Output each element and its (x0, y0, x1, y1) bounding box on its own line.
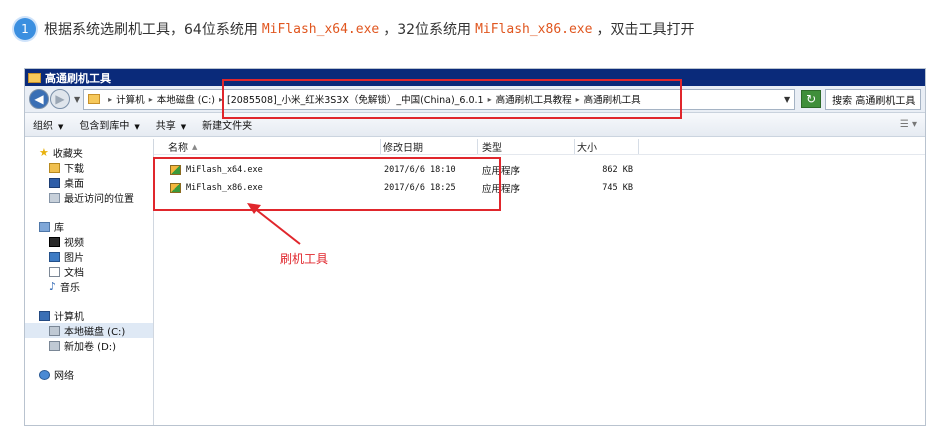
instruction-text-after: ，双击工具打开 (596, 22, 695, 38)
download-folder-icon (49, 162, 60, 173)
nav-pictures[interactable]: 图片 (25, 249, 153, 264)
document-icon (49, 266, 60, 277)
column-header-type[interactable]: 类型 (478, 139, 575, 154)
column-header-name[interactable]: 名称 ▲ (154, 139, 381, 154)
nav-pictures-label: 图片 (64, 253, 84, 264)
picture-icon (49, 251, 60, 262)
breadcrumb-local-disk[interactable]: 本地磁盘 (C:) (157, 92, 215, 106)
address-highlight-box (222, 79, 682, 119)
hard-disk-icon (49, 340, 60, 351)
annotation-label: 刷机工具 (280, 252, 329, 266)
nav-network-label: 网络 (54, 371, 74, 382)
nav-computer[interactable]: 计算机 (25, 308, 153, 323)
step-instruction: 1 根据系统选刷机工具，64位系统用 MiFlash_x64.exe ，32位系… (14, 16, 694, 42)
nav-desktop-label: 桌面 (64, 179, 84, 190)
instruction-text-before: 根据系统选刷机工具，64位系统用 (44, 22, 258, 38)
navigation-pane: ★ 收藏夹 下载 桌面 最近访问的位置 库 视频 图片 文档 ♪ 音乐 计算机 本地… (25, 139, 154, 425)
music-note-icon: ♪ (49, 280, 57, 293)
nav-local-disk-label: 本地磁盘 (C:) (64, 327, 126, 338)
column-name-label: 名称 (168, 143, 188, 154)
forward-button[interactable]: ▶ (50, 89, 70, 109)
nav-libraries[interactable]: 库 (25, 219, 153, 234)
window-title: 高通刷机工具 (45, 71, 111, 85)
organize-menu[interactable]: 组织 ▼ (33, 117, 63, 132)
network-icon (39, 369, 50, 380)
video-icon (49, 236, 60, 247)
column-header-modified[interactable]: 修改日期 (381, 139, 478, 154)
folder-icon (88, 94, 101, 104)
share-menu[interactable]: 共享 ▼ (156, 117, 186, 132)
library-icon (39, 221, 50, 232)
include-library-label: 包含到库中 (79, 121, 130, 132)
file-size: 862 KB (602, 165, 633, 175)
organize-label: 组织 (33, 121, 53, 132)
explorer-window: 高通刷机工具 ◀ ▶ ▼ ▸ 计算机 ▸ 本地磁盘 (C:) ▸ [208550… (24, 68, 926, 426)
view-options-icon[interactable]: ☰ ▾ (900, 119, 917, 130)
chevron-down-icon: ▼ (180, 123, 187, 131)
instruction-file-64: MiFlash_x64.exe (261, 21, 380, 37)
breadcrumb-computer[interactable]: 计算机 (116, 92, 145, 106)
sort-ascending-icon: ▲ (192, 142, 198, 151)
column-header-size[interactable]: 大小 (575, 139, 639, 154)
nav-downloads-label: 下载 (64, 164, 84, 175)
back-button[interactable]: ◀ (29, 89, 49, 109)
computer-icon (39, 310, 50, 321)
new-folder-button[interactable]: 新建文件夹 (202, 117, 252, 132)
nav-local-disk[interactable]: 本地磁盘 (C:) (25, 323, 153, 338)
nav-favorites-label: 收藏夹 (52, 149, 83, 160)
nav-documents[interactable]: 文档 (25, 264, 153, 279)
nav-recent[interactable]: 最近访问的位置 (25, 190, 153, 205)
nav-videos-label: 视频 (64, 238, 84, 249)
nav-network[interactable]: 网络 (25, 367, 153, 382)
nav-favorites[interactable]: ★ 收藏夹 (25, 145, 153, 160)
column-header-row: 名称 ▲ 修改日期 类型 大小 (154, 139, 925, 155)
nav-new-volume-label: 新加卷 (D:) (64, 342, 117, 353)
include-library-menu[interactable]: 包含到库中 ▼ (79, 117, 139, 132)
nav-videos[interactable]: 视频 (25, 234, 153, 249)
chevron-right-icon[interactable]: ▸ (149, 95, 153, 104)
nav-recent-label: 最近访问的位置 (64, 194, 134, 205)
instruction-text-middle: ，32位系统用 (383, 22, 472, 38)
nav-music-label: 音乐 (60, 283, 81, 294)
files-highlight-box (153, 157, 501, 211)
nav-music[interactable]: ♪ 音乐 (25, 279, 153, 294)
nav-computer-label: 计算机 (54, 312, 84, 323)
folder-icon (28, 72, 41, 83)
star-icon: ★ (39, 146, 49, 159)
chevron-right-icon[interactable]: ▸ (108, 95, 112, 104)
nav-downloads[interactable]: 下载 (25, 160, 153, 175)
hard-disk-icon (49, 325, 60, 336)
nav-desktop[interactable]: 桌面 (25, 175, 153, 190)
chevron-down-icon: ▼ (134, 123, 140, 131)
nav-new-volume[interactable]: 新加卷 (D:) (25, 338, 153, 353)
instruction-file-86: MiFlash_x86.exe (475, 21, 593, 37)
share-label: 共享 (155, 121, 176, 132)
search-input[interactable]: 搜索 高通刷机工具 (825, 88, 921, 110)
chevron-down-icon: ▼ (58, 123, 64, 131)
refresh-button[interactable]: ↻ (801, 90, 822, 108)
desktop-icon (49, 177, 60, 188)
chevron-down-icon[interactable]: ▼ (784, 95, 790, 104)
file-size: 745 KB (602, 183, 633, 193)
nav-libraries-label: 库 (54, 223, 64, 234)
recent-places-icon (49, 192, 60, 203)
step-number-badge: 1 (14, 18, 36, 40)
nav-documents-label: 文档 (64, 268, 84, 279)
recent-pages-dropdown[interactable]: ▼ (74, 95, 80, 104)
